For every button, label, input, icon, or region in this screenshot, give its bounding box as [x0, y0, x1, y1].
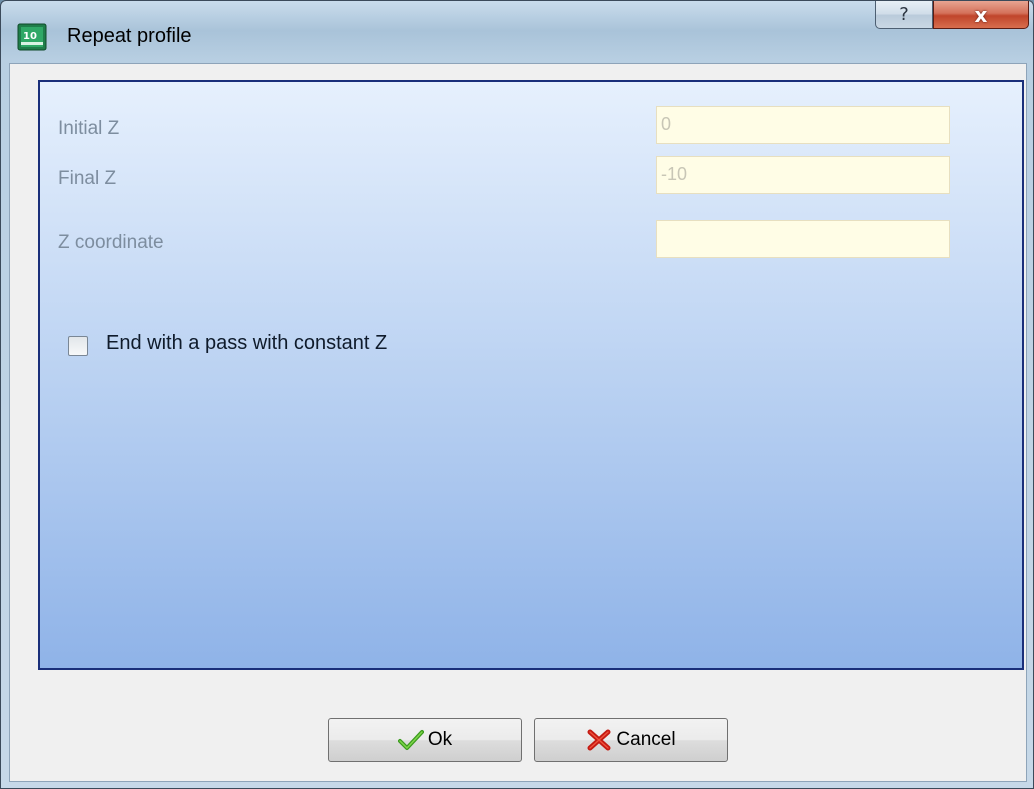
- svg-text:1​0: 1​0: [23, 31, 37, 42]
- dialog-window: 1​0 Repeat profile ? x Initial Z 0 Final…: [0, 0, 1034, 789]
- checkmark-icon: [397, 730, 424, 750]
- final-z-field[interactable]: -10: [656, 156, 950, 194]
- parameters-panel: Initial Z 0 Final Z -10 Z coordinate End…: [38, 80, 1024, 670]
- initial-z-label: Initial Z: [58, 118, 120, 139]
- ok-button[interactable]: Ok: [328, 718, 522, 762]
- z-coordinate-field[interactable]: [656, 220, 950, 258]
- close-icon: x: [974, 2, 988, 27]
- final-z-label: Final Z: [58, 168, 117, 189]
- constant-z-label[interactable]: End with a pass with constant Z: [106, 332, 387, 355]
- close-button[interactable]: x: [933, 1, 1029, 29]
- dialog-body: Initial Z 0 Final Z -10 Z coordinate End…: [9, 63, 1027, 782]
- ok-label: Ok: [427, 729, 453, 750]
- app-icon: 1​0: [17, 23, 47, 51]
- red-x-icon: [587, 729, 611, 751]
- title-bar[interactable]: 1​0 Repeat profile ? x: [1, 1, 1033, 63]
- cancel-label: Cancel: [616, 729, 676, 750]
- initial-z-field[interactable]: 0: [656, 106, 950, 144]
- window-title: Repeat profile: [67, 25, 192, 47]
- help-icon: ?: [899, 4, 909, 25]
- help-button[interactable]: ?: [875, 1, 933, 29]
- z-coordinate-label: Z coordinate: [58, 232, 164, 253]
- cancel-button[interactable]: Cancel: [534, 718, 728, 762]
- constant-z-checkbox[interactable]: [68, 336, 88, 356]
